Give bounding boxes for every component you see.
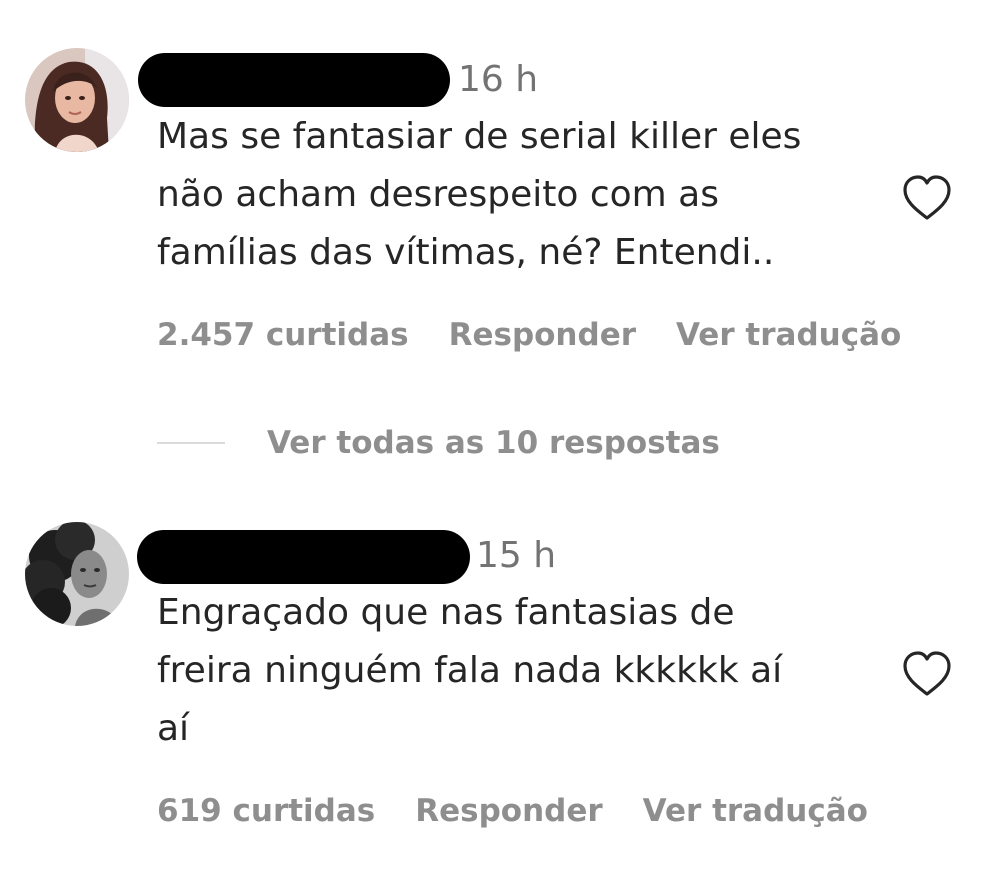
comment-text-line: aí [157,708,190,749]
heart-icon[interactable] [900,649,954,699]
comment-timestamp: 15 h [476,535,557,576]
like-count[interactable]: 619 curtidas [157,793,375,829]
comment-actions: 619 curtidas Responder Ver tradução [157,789,868,833]
avatar-photo [25,522,129,626]
comment-text-line: freira ninguém fala nada kkkkkk aí [157,650,783,691]
translate-button[interactable]: Ver tradução [643,793,868,829]
redacted-username [137,530,470,584]
comment-text: Engraçado que nas fantasias de freira ni… [157,584,877,758]
comment-text-line: Engraçado que nas fantasias de [157,592,735,633]
avatar[interactable] [25,522,129,626]
comment-2: 15 h Engraçado que nas fantasias de frei… [0,0,984,883]
reply-button[interactable]: Responder [415,793,602,829]
